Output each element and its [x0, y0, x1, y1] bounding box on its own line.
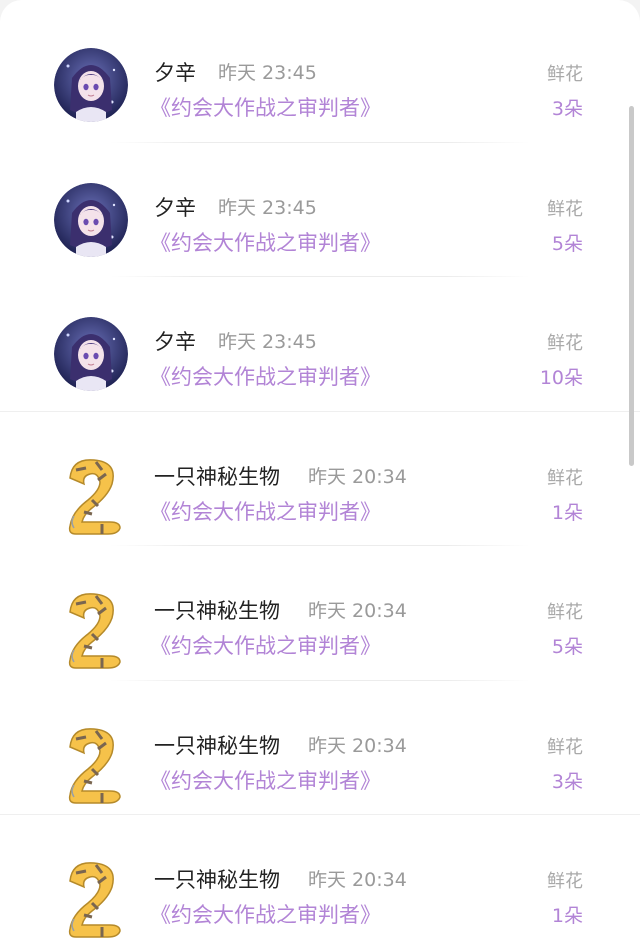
gift-count: 1朵 [551, 905, 583, 927]
avatar[interactable] [54, 48, 128, 122]
timestamp: 昨天 20:34 [308, 600, 407, 622]
avatar[interactable] [62, 456, 126, 536]
timestamp: 昨天 20:34 [308, 465, 407, 488]
gift-count: 5朵 [551, 636, 583, 658]
avatar[interactable] [62, 859, 126, 939]
gift-count: 10朵 [539, 367, 583, 389]
work-title-link[interactable]: 《约会大作战之审判者》 [150, 630, 381, 660]
gift-record-list: 夕辛 昨天 23:45 《约会大作战之审判者》 鲜花 3朵 夕辛 昨天 23:4… [0, 8, 640, 949]
avatar[interactable] [54, 317, 128, 391]
work-title-link[interactable]: 《约会大作战之审判者》 [150, 361, 381, 391]
user-name[interactable]: 夕辛 [154, 192, 196, 222]
timestamp: 昨天 20:34 [308, 869, 407, 891]
avatar[interactable] [54, 182, 128, 257]
timestamp: 昨天 23:45 [218, 62, 317, 84]
timestamp: 昨天 23:45 [218, 196, 317, 219]
gift-count: 5朵 [551, 232, 583, 255]
user-name[interactable]: 一只神秘生物 [154, 864, 280, 894]
timestamp: 昨天 23:45 [218, 331, 317, 353]
user-name[interactable]: 一只神秘生物 [154, 730, 280, 760]
gift-type-label: 鲜花 [547, 602, 583, 623]
gift-type-label: 鲜花 [547, 736, 583, 758]
user-name[interactable]: 一只神秘生物 [154, 595, 280, 625]
list-item[interactable]: 夕辛 昨天 23:45 《约会大作战之审判者》 鲜花 5朵 [0, 143, 640, 277]
user-name[interactable]: 夕辛 [154, 326, 196, 356]
work-title-link[interactable]: 《约会大作战之审判者》 [150, 899, 381, 929]
gift-count: 3朵 [551, 770, 583, 793]
list-item[interactable]: 一只神秘生物 昨天 20:34 《约会大作战之审判者》 鲜花 1朵 [0, 412, 640, 546]
avatar[interactable] [62, 590, 126, 670]
user-name[interactable]: 夕辛 [154, 57, 196, 87]
scrollbar[interactable] [629, 106, 634, 466]
work-title-link[interactable]: 《约会大作战之审判者》 [150, 496, 381, 526]
gift-count: 1朵 [551, 501, 583, 524]
user-name[interactable]: 一只神秘生物 [154, 461, 280, 491]
work-title-link[interactable]: 《约会大作战之审判者》 [150, 92, 381, 122]
timestamp: 昨天 20:34 [308, 734, 407, 757]
list-item[interactable]: 夕辛 昨天 23:45 《约会大作战之审判者》 鲜花 3朵 [0, 8, 640, 143]
list-item[interactable]: 夕辛 昨天 23:45 《约会大作战之审判者》 鲜花 10朵 [0, 277, 640, 412]
list-item[interactable]: 一只神秘生物 昨天 20:34 《约会大作战之审判者》 鲜花 5朵 [0, 546, 640, 681]
list-item[interactable]: 一只神秘生物 昨天 20:34 《约会大作战之审判者》 鲜花 1朵 [0, 815, 640, 949]
gift-type-label: 鲜花 [547, 198, 583, 220]
gift-type-label: 鲜花 [547, 467, 583, 489]
gift-type-label: 鲜花 [547, 333, 583, 354]
gift-record-sheet: 夕辛 昨天 23:45 《约会大作战之审判者》 鲜花 3朵 夕辛 昨天 23:4… [0, 0, 640, 949]
work-title-link[interactable]: 《约会大作战之审判者》 [150, 765, 381, 795]
gift-type-label: 鲜花 [547, 871, 583, 892]
gift-count: 3朵 [551, 98, 583, 120]
gift-type-label: 鲜花 [547, 64, 583, 85]
list-item[interactable]: 一只神秘生物 昨天 20:34 《约会大作战之审判者》 鲜花 3朵 [0, 681, 640, 815]
work-title-link[interactable]: 《约会大作战之审判者》 [150, 227, 381, 257]
avatar[interactable] [62, 725, 126, 805]
